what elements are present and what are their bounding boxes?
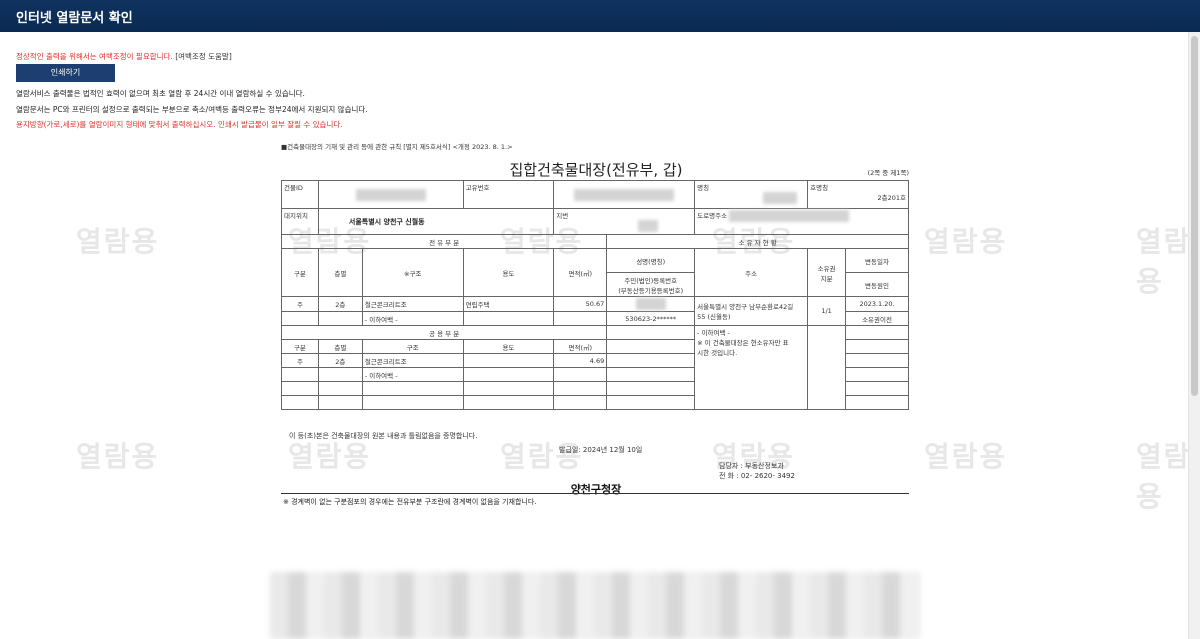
col-floor: 층별 <box>334 269 347 278</box>
watermark: 열람용 <box>500 440 584 473</box>
notice-line: 열람문서는 PC와 프린터의 설정으로 출력되는 부분으로 축소/여백등 출력오… <box>16 104 368 114</box>
margin-warning-text: 정상적인 출력을 위해서는 여백조정이 필요합니다. <box>16 52 173 61</box>
common-col-structure: 구조 <box>406 343 419 352</box>
col-owner-reg: 주민(법인)등록번호 <box>624 276 678 285</box>
common-col-floor: 층별 <box>334 343 347 352</box>
page-indicator: (2쪽 중 제1쪽) <box>867 169 909 177</box>
issue-date: 발급일: 2024년 12월 10일 <box>559 446 643 454</box>
notice-line: 열람서비스 출력물은 법적인 효력이 없으며 최초 열람 후 24시간 이내 열… <box>16 89 305 98</box>
owner-change-reason: 소유권이전 <box>862 315 892 324</box>
unique-no-label: 고유번호 <box>465 184 490 192</box>
common-col-area: 면적(㎡) <box>568 343 593 352</box>
row-sub: - 이하여백 - <box>364 315 398 324</box>
col-owner-name: 성명(명칭) <box>636 257 666 266</box>
col-address: 주소 <box>745 269 758 278</box>
notice-lines: 열람서비스 출력물은 법적인 효력이 없으며 최초 열람 후 24시간 이내 열… <box>16 86 368 133</box>
regulation-note: ■건축물대장의 기재 및 관리 등에 관한 규칙 [별지 제5호서식] <개정 … <box>281 143 513 151</box>
name-label: 명칭 <box>697 184 710 192</box>
col-share-b: 지분 <box>820 274 833 283</box>
owner-section-title: 소 유 자 현 황 <box>738 238 777 247</box>
phone-text: 전 화 : 02- 2620- 3492 <box>719 472 795 480</box>
redacted-building-id <box>355 188 426 201</box>
building-register-document: ■건축물대장의 기재 및 관리 등에 관한 규칙 [별지 제5호서식] <개정 … <box>280 141 911 506</box>
building-id-label: 건물ID <box>284 184 303 192</box>
notice-line-warning: 용지방향(가로,세로)를 열람이미지 형태에 맞춰서 출력하십시오. 인쇄시 발… <box>16 120 343 129</box>
officer-text: 담당자 : 부동산정보과 <box>719 462 784 470</box>
col-change-reason: 변동원인 <box>865 281 889 290</box>
window-titlebar: 인터넷 열람문서 확인 <box>0 0 1200 32</box>
col-share: 소유권 <box>817 264 836 273</box>
window-title: 인터넷 열람문서 확인 <box>16 11 133 26</box>
margin-help-link[interactable]: [여백조정 도움말] <box>175 52 232 61</box>
contact-info: 담당자 : 부동산정보과 전 화 : 02- 2620- 3492 <box>719 461 795 481</box>
common-section-title: 공 용 부 분 <box>429 329 460 338</box>
redacted-unique-no <box>574 188 675 201</box>
certification-text: 이 등(초)본은 건축물대장의 원본 내용과 틀림없음을 증명합니다. <box>289 432 478 440</box>
row-structure: 철근콘크리트조 <box>364 301 407 309</box>
redacted-road-address <box>729 210 850 222</box>
owner-share: 1/1 <box>821 307 832 315</box>
issuer-name: 양천구청장 <box>570 483 622 496</box>
col-structure: ※구조 <box>404 269 422 278</box>
print-button[interactable]: 인쇄하기 <box>16 64 115 82</box>
watermark: 열람용 <box>1136 440 1192 513</box>
common-row-structure: 철근콘크리트조 <box>364 357 407 366</box>
col-owner-reg2: (부동산등기용등록번호) <box>618 286 684 295</box>
scrollbar-thumb[interactable] <box>1191 36 1198 396</box>
road-address-label: 도로명주소 <box>697 212 728 220</box>
row-area: 50.67 <box>585 300 605 308</box>
unit-name-label: 호명칭 <box>810 184 829 192</box>
watermark: 열람용 <box>76 440 160 473</box>
owner-blank: - 이하여백 - <box>697 329 730 337</box>
margin-notice: 정상적인 출력을 위해서는 여백조정이 필요합니다. [여백조정 도움말] <box>16 49 232 64</box>
common-row-floor: 2층 <box>335 357 346 366</box>
register-table: 건물ID 고유번호 명칭 호명칭 2층201호 대지위치 서울특별시 양천구 신월… <box>280 180 909 410</box>
owner-change-date: 2023.1.20. <box>859 300 895 308</box>
redacted-owner-name <box>635 298 666 310</box>
owner-note-line2: 시한 것입니다. <box>697 349 738 357</box>
common-col-use: 용도 <box>502 343 515 352</box>
common-row-area: 4.69 <box>589 356 605 365</box>
watermark: 열람용 <box>1136 225 1192 298</box>
col-type: 구분 <box>293 269 306 278</box>
col-use: 용도 <box>502 269 515 278</box>
col-area: 면적(㎡) <box>568 269 593 278</box>
row-type: 주 <box>296 301 303 309</box>
vertical-scrollbar[interactable] <box>1188 32 1200 639</box>
location-value: 서울특별시 양천구 신월동 <box>348 217 425 226</box>
common-row-sub: - 이하여백 - <box>364 371 398 380</box>
location-label: 대지위치 <box>284 212 308 220</box>
watermark: 열람용 <box>924 225 1008 258</box>
owner-address-line1: 서울특별시 양천구 남부순환로42길 <box>697 303 794 311</box>
owner-note-line1: ※ 이 건축물대장은 현소유자만 표 <box>697 339 789 347</box>
owner-reg-no: 530623-2****** <box>625 314 677 323</box>
footer-note: ※ 경계벽이 없는 구분점포의 경우에는 전유부분 구조란에 경계벽이 없음을 … <box>283 498 537 506</box>
row-floor: 2층 <box>335 301 346 309</box>
unit-name-value: 2층201호 <box>877 194 906 202</box>
document-title: 집합건축물대장(전유부, 갑) <box>509 161 683 179</box>
watermark: 열람용 <box>924 440 1008 473</box>
watermark: 열람용 <box>76 225 160 258</box>
owner-address-line2: 55 (신월동) <box>697 313 731 321</box>
row-use: 연립주택 <box>465 301 490 309</box>
exclusive-section-title: 전 유 부 분 <box>429 238 460 247</box>
redacted-page-area <box>270 572 920 639</box>
common-col-type: 구분 <box>293 343 306 352</box>
common-row-type: 주 <box>296 357 303 366</box>
footer-divider <box>281 493 909 494</box>
watermark: 열람용 <box>288 440 372 473</box>
redacted-lot <box>638 220 659 232</box>
lot-label: 지번 <box>556 212 569 220</box>
col-change-date: 변동일자 <box>865 257 889 266</box>
redacted-name <box>763 192 798 204</box>
